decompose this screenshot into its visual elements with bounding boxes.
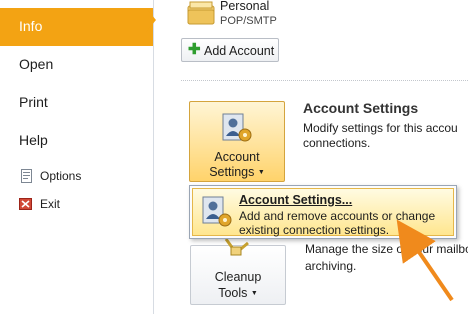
- cleanup-desc-line1: Manage the size of your mailbo: [305, 242, 468, 256]
- dropdown-caret-icon: ▼: [257, 169, 265, 176]
- menu-item-desc-line1: Add and remove accounts or change: [239, 209, 436, 223]
- menu-item-account-settings[interactable]: Account Settings... Add and remove accou…: [192, 188, 454, 237]
- account-settings-desc-line1: Modify settings for this accou: [303, 121, 458, 135]
- cleanup-tools-button-line1: Cleanup: [214, 270, 262, 284]
- plus-icon: ✚: [188, 41, 201, 58]
- nav-item-info[interactable]: Info: [0, 8, 153, 46]
- nav-item-info-label: Info: [19, 18, 43, 34]
- nav-item-help[interactable]: Help: [0, 122, 153, 160]
- cleanup-tools-button-line2: Tools: [218, 286, 248, 300]
- nav-item-print-label: Print: [19, 94, 48, 110]
- account-folder-icon: [187, 1, 215, 25]
- nav-item-open-label: Open: [19, 56, 54, 72]
- account-settings-button-line2: Settings: [209, 165, 255, 179]
- account-settings-title: Account Settings: [303, 100, 419, 116]
- options-icon: [21, 169, 32, 183]
- nav-item-options-label: Options: [40, 169, 82, 183]
- nav-item-exit[interactable]: Exit: [0, 186, 153, 224]
- nav-item-exit-label: Exit: [40, 197, 61, 211]
- nav-item-help-label: Help: [19, 132, 48, 148]
- backstage-nav: Info Open Print Help Options Exit: [0, 0, 156, 314]
- nav-item-open[interactable]: Open: [0, 46, 153, 84]
- exit-icon: [19, 198, 32, 210]
- menu-item-desc-line2: existing connection settings.: [239, 223, 390, 237]
- account-settings-button[interactable]: Account Settings ▼: [189, 101, 285, 182]
- dropdown-caret-icon: ▼: [250, 290, 258, 297]
- account-settings-icon: [202, 196, 232, 227]
- nav-item-print[interactable]: Print: [0, 84, 153, 122]
- add-account-label: Add Account: [204, 44, 275, 58]
- cleanup-desc-line2: archiving.: [305, 259, 357, 273]
- account-settings-menu: Account Settings... Add and remove accou…: [189, 185, 457, 239]
- account-settings-button-line1: Account: [214, 150, 260, 164]
- section-divider: [181, 80, 468, 81]
- account-settings-desc-line2: connections.: [303, 136, 371, 150]
- account-type: POP/SMTP: [220, 15, 277, 27]
- active-indicator-arrow: [146, 8, 156, 32]
- cleanup-tools-icon: [224, 238, 249, 256]
- menu-item-title: Account Settings...: [239, 193, 353, 207]
- account-settings-icon: [222, 113, 252, 142]
- account-name: Personal: [220, 0, 270, 13]
- add-account-button[interactable]: ✚ Add Account: [181, 38, 279, 62]
